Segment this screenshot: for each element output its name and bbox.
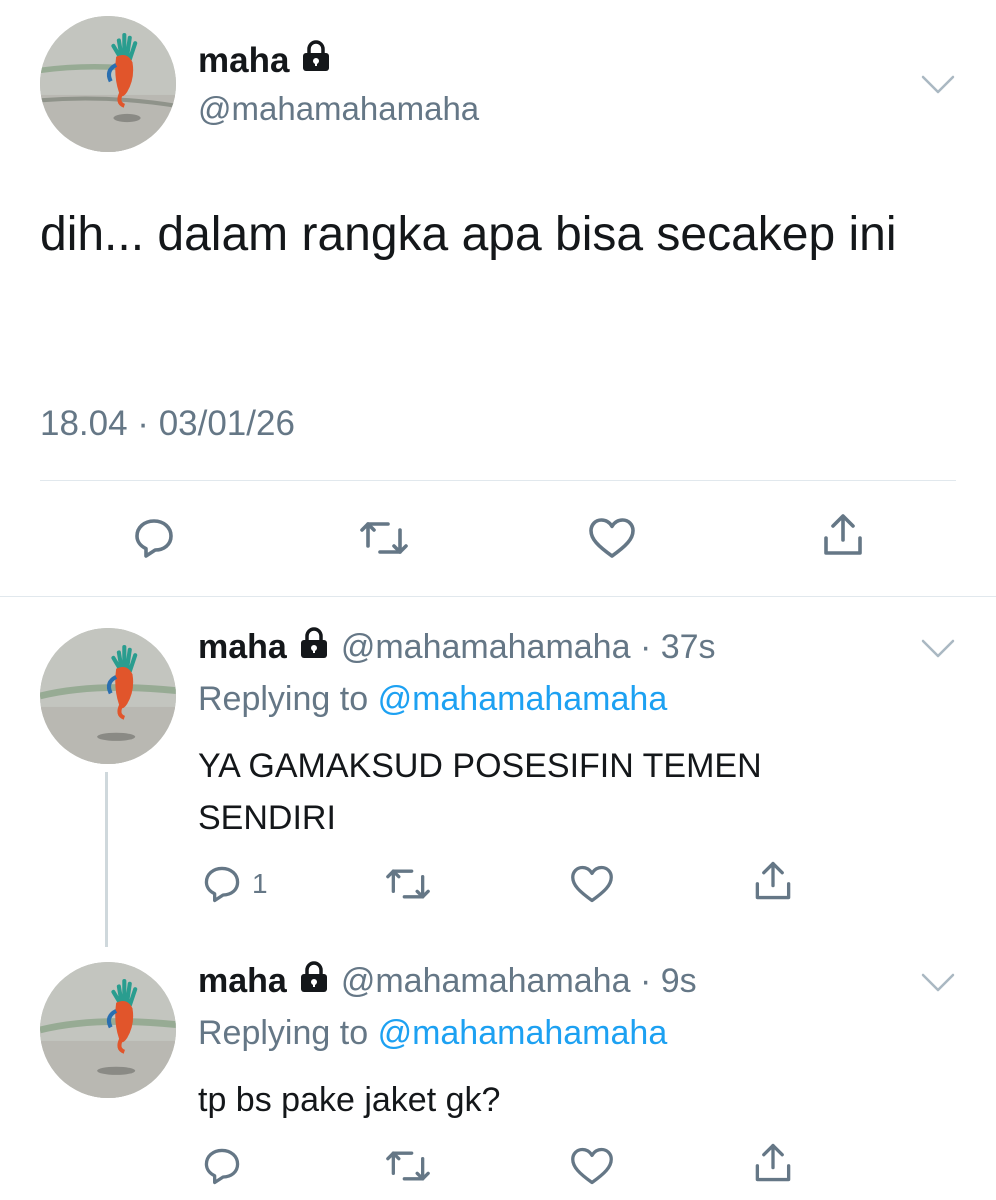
share-button[interactable]: [750, 858, 796, 904]
reply-button[interactable]: [130, 514, 178, 562]
replying-to: Replying to @mahamahamaha: [198, 1014, 667, 1053]
chevron-down-icon[interactable]: [920, 972, 956, 999]
chevron-down-icon[interactable]: [920, 74, 956, 101]
lock-icon: [299, 961, 329, 1002]
chevron-down-icon[interactable]: [920, 638, 956, 665]
divider: [40, 480, 956, 481]
separator-dot: ·: [630, 962, 661, 1000]
retweet-button[interactable]: [384, 1144, 432, 1188]
reply-button[interactable]: [200, 1144, 244, 1188]
avatar-image: [40, 628, 176, 764]
like-button[interactable]: [568, 862, 616, 906]
separator-dot: ·: [630, 628, 661, 666]
reply-count: 1: [252, 868, 268, 899]
share-button[interactable]: [750, 1140, 796, 1186]
display-name[interactable]: maha: [198, 41, 289, 81]
share-icon: [755, 1143, 791, 1182]
replying-to: Replying to @mahamahamaha: [198, 680, 667, 719]
avatar[interactable]: [40, 962, 176, 1098]
replying-prefix: Replying to: [198, 1014, 369, 1052]
relative-time[interactable]: 9s: [661, 962, 697, 1001]
author-handle[interactable]: @mahamahamaha: [198, 90, 479, 128]
tweet-text: dih... dalam rangka apa bisa secakep ini: [40, 208, 897, 261]
author-handle[interactable]: @mahamahamaha: [341, 962, 631, 1001]
avatar-image: [40, 16, 176, 152]
retweet-button[interactable]: [384, 862, 432, 906]
share-icon: [824, 514, 862, 555]
retweet-button[interactable]: [358, 514, 410, 562]
reply-icon: [204, 1148, 240, 1185]
avatar-image: [40, 962, 176, 1098]
display-name[interactable]: maha: [198, 628, 287, 667]
author-name[interactable]: maha: [198, 40, 331, 81]
share-button[interactable]: [818, 510, 868, 560]
retweet-icon: [386, 1151, 430, 1181]
lock-icon: [301, 40, 331, 81]
share-icon: [755, 861, 791, 900]
reply-text: tp bs pake jaket gk?: [198, 1081, 501, 1119]
reply-header: maha @mahamahamaha · 37s: [198, 627, 716, 668]
divider: [0, 596, 996, 597]
avatar[interactable]: [40, 16, 176, 152]
reply-icon: [135, 519, 173, 558]
like-button[interactable]: [586, 514, 638, 562]
display-name[interactable]: maha: [198, 962, 287, 1001]
heart-icon: [571, 865, 613, 903]
reply-button[interactable]: 1: [200, 862, 268, 906]
avatar[interactable]: [40, 628, 176, 764]
author-handle[interactable]: @mahamahamaha: [341, 628, 631, 667]
reply-text: YA GAMAKSUD POSESIFIN TEMEN SENDIRI: [198, 747, 762, 837]
heart-icon: [589, 518, 635, 558]
like-button[interactable]: [568, 1144, 616, 1188]
reply-header: maha @mahamahamaha · 9s: [198, 961, 697, 1002]
mention-link[interactable]: @mahamahamaha: [378, 680, 668, 718]
reply-icon: [204, 866, 240, 903]
mention-link[interactable]: @mahamahamaha: [378, 1014, 668, 1052]
relative-time[interactable]: 37s: [661, 628, 716, 667]
lock-icon: [299, 627, 329, 668]
heart-icon: [571, 1147, 613, 1185]
thread-connector: [105, 772, 108, 947]
retweet-icon: [360, 522, 408, 554]
tweet-timestamp[interactable]: 18.04 · 03/01/26: [40, 404, 295, 444]
replying-prefix: Replying to: [198, 680, 369, 718]
retweet-icon: [386, 869, 430, 899]
